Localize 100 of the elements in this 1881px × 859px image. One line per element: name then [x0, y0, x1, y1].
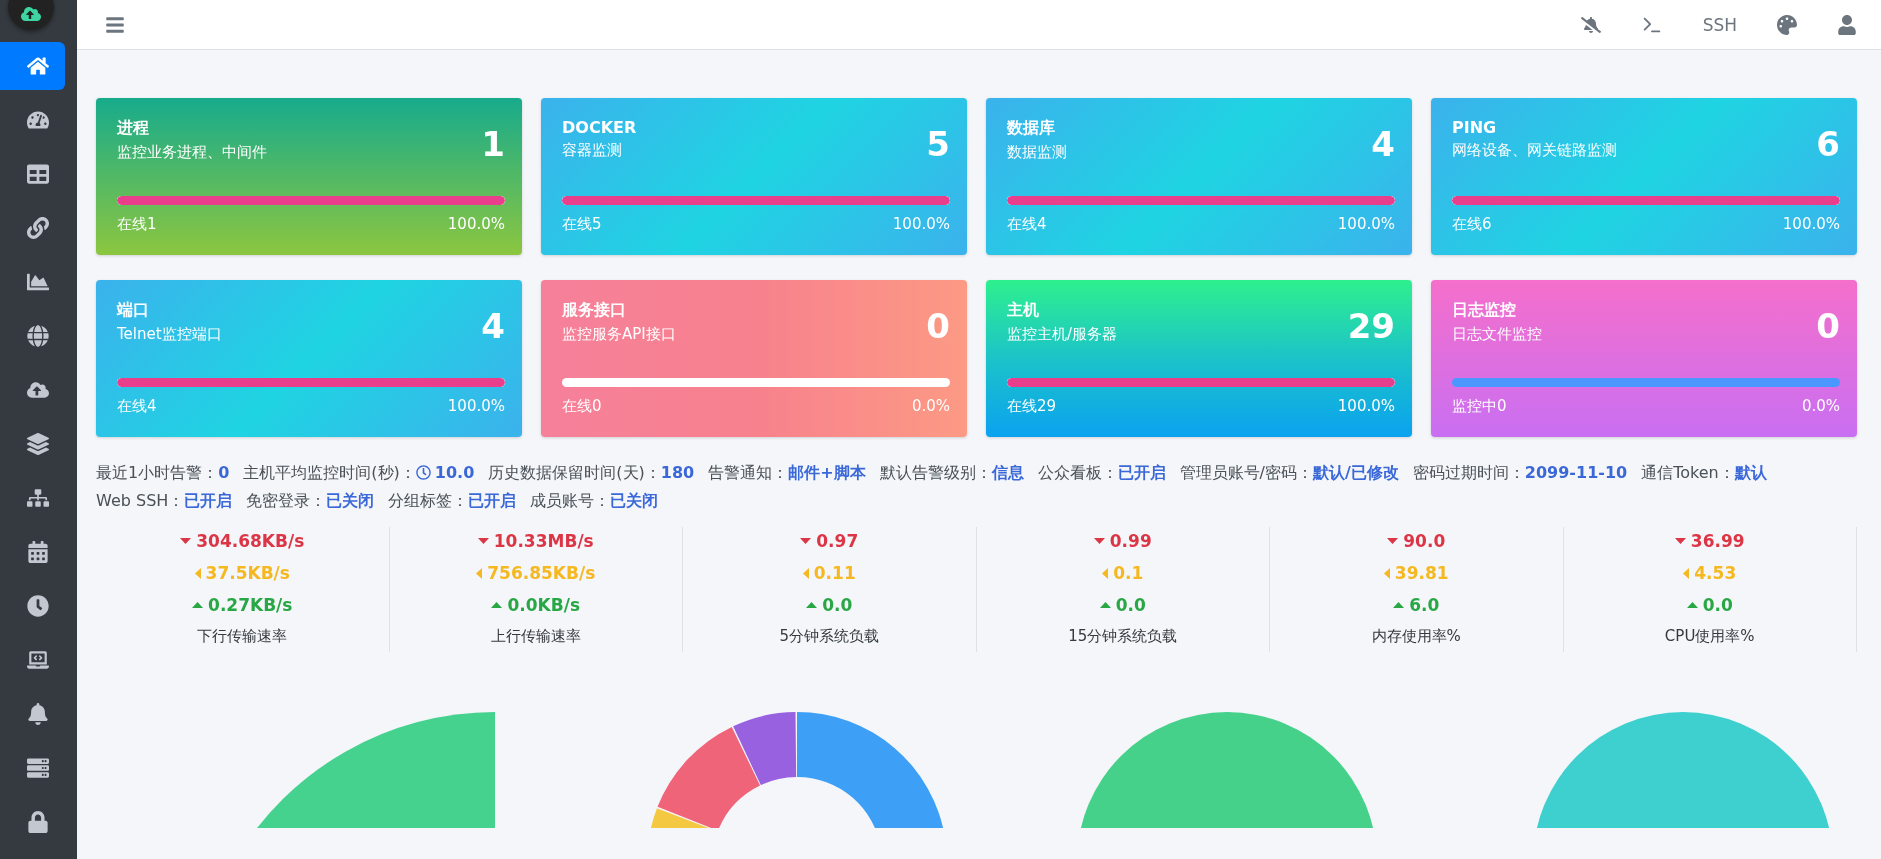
avg-value: 39.81: [1394, 563, 1449, 583]
card-subtitle: 日志文件监控: [1452, 325, 1542, 344]
palette-icon[interactable]: [1777, 14, 1797, 35]
online-count: 在线29: [1007, 397, 1057, 416]
setting-value: 已关闭: [326, 491, 375, 510]
min-value: 0.0: [1115, 595, 1146, 615]
online-percent: 100.0%: [447, 397, 505, 416]
caret-left-icon: [194, 567, 201, 579]
sidebar-item[interactable]: [0, 42, 65, 90]
card-title: 服务接口: [562, 300, 627, 321]
online-count: 在线5: [562, 215, 602, 234]
setting-label: 管理员账号/密码：: [1179, 463, 1313, 482]
link-icon: [26, 217, 49, 239]
card-title: 进程: [117, 118, 150, 139]
card-count: 0: [926, 306, 950, 346]
monitor-card[interactable]: 服务接口 监控服务API接口 0 在线0 0.0%: [541, 280, 967, 437]
online-count: 在线1: [117, 215, 157, 234]
lock-icon: [26, 811, 49, 833]
monitor-card[interactable]: 数据库 数据监测 4 在线4 100.0%: [986, 98, 1412, 255]
stat-label: CPU使用率%: [1664, 627, 1755, 646]
min-value: 0.0KB/s: [507, 595, 581, 615]
max-value: 10.33MB/s: [493, 531, 594, 551]
globe-icon: [26, 325, 49, 347]
table-icon: [26, 163, 49, 185]
min-value: 6.0: [1409, 595, 1440, 615]
monitor-card[interactable]: PING 网络设备、网关链路监测 6 在线6 100.0%: [1431, 98, 1857, 255]
home-icon: [26, 55, 49, 77]
setting-value: 2099-11-10: [1524, 463, 1628, 482]
monitor-card[interactable]: 端口 Telnet监控端口 4 在线4 100.0%: [96, 280, 522, 437]
setting-label: 主机平均监控时间(秒)：: [243, 463, 416, 482]
monitor-card[interactable]: 主机 监控主机/服务器 29 在线29 100.0%: [986, 280, 1412, 437]
avg-value: 4.53: [1694, 563, 1737, 583]
min-value: 0.0: [1702, 595, 1733, 615]
caret-down-icon: [800, 538, 812, 544]
card-title: 日志监控: [1452, 300, 1517, 321]
online-percent: 100.0%: [447, 215, 505, 234]
setting-label: 密码过期时间：: [1412, 463, 1525, 482]
card-count: 4: [1371, 124, 1395, 164]
caret-left-icon: [1683, 567, 1690, 579]
max-value: 0.99: [1109, 531, 1152, 551]
bell-slash-icon[interactable]: [1580, 14, 1601, 35]
monitor-card[interactable]: DOCKER 容器监测 5 在线5 100.0%: [541, 98, 967, 255]
caret-left-icon: [1102, 567, 1109, 579]
setting-value: 已关闭: [610, 491, 659, 510]
card-count: 6: [1816, 124, 1840, 164]
area-chart-icon: [26, 271, 49, 293]
online-count: 监控中0: [1452, 397, 1507, 416]
ssh-link[interactable]: SSH: [1702, 14, 1737, 35]
card-subtitle: 容器监测: [562, 141, 623, 160]
avg-value: 756.85KB/s: [487, 563, 596, 583]
setting-label: 成员账号：: [530, 491, 611, 510]
setting-value: 0: [218, 463, 230, 482]
caret-left-icon: [476, 567, 483, 579]
caret-down-icon: [1387, 538, 1399, 544]
setting-label: 公众看板：: [1037, 463, 1118, 482]
online-percent: 0.0%: [1801, 397, 1840, 416]
menu-icon[interactable]: [105, 14, 125, 35]
caret-up-icon: [1099, 602, 1111, 608]
card-title: PING: [1452, 118, 1498, 137]
setting-label: 默认告警级别：: [879, 463, 992, 482]
setting-value: 10.0: [434, 463, 475, 482]
setting-label: 最近1小时告警：: [96, 463, 219, 482]
setting-label: 历史数据保留时间(天)：: [488, 463, 661, 482]
caret-up-icon: [1393, 602, 1405, 608]
caret-down-icon: [477, 538, 489, 544]
card-subtitle: 数据监测: [1007, 143, 1067, 162]
card-title: DOCKER: [562, 118, 637, 137]
online-count: 在线4: [1007, 215, 1047, 234]
card-title: 主机: [1007, 300, 1040, 321]
card-count: 4: [481, 306, 505, 346]
caret-left-icon: [1383, 567, 1390, 579]
stat-label: 内存使用率%: [1371, 627, 1461, 646]
user-icon[interactable]: [1837, 14, 1857, 35]
setting-value: 默认: [1734, 463, 1767, 482]
online-count: 在线0: [562, 397, 602, 416]
cloud-upload-icon: [26, 379, 49, 401]
card-subtitle: 监控服务API接口: [562, 325, 676, 344]
card-subtitle: 监控主机/服务器: [1007, 325, 1118, 344]
laptop-code-icon: [26, 649, 49, 671]
stat-label: 上行传输速率: [490, 627, 581, 646]
monitor-card[interactable]: 日志监控 日志文件监控 0 监控中0 0.0%: [1431, 280, 1857, 437]
min-value: 0.0: [822, 595, 853, 615]
clock-icon: [26, 595, 49, 617]
online-percent: 100.0%: [892, 215, 950, 234]
max-value: 36.99: [1690, 531, 1745, 551]
setting-value: 已开启: [184, 491, 233, 510]
caret-up-icon: [192, 602, 204, 608]
card-subtitle: 网络设备、网关链路监测: [1452, 141, 1617, 160]
caret-down-icon: [180, 538, 192, 544]
online-percent: 0.0%: [911, 397, 950, 416]
card-count: 29: [1347, 306, 1395, 346]
max-value: 304.68KB/s: [196, 531, 305, 551]
max-value: 0.97: [816, 531, 859, 551]
caret-left-icon: [802, 567, 809, 579]
gauge-icon: [26, 109, 49, 131]
card-subtitle: Telnet监控端口: [117, 325, 222, 344]
stat-label: 5分钟系统负载: [779, 627, 879, 646]
server-icon: [26, 757, 49, 779]
monitor-card[interactable]: 进程 监控业务进程、中间件 1 在线1 100.0%: [96, 98, 522, 255]
setting-label: 免密登录：: [246, 491, 327, 510]
